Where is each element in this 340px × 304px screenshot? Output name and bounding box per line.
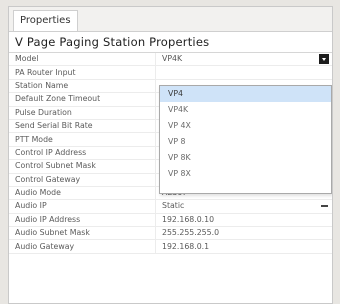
panel-title: V Page Paging Station Properties <box>9 32 332 53</box>
property-value-text: 255.255.255.0 <box>162 228 220 238</box>
property-name: Pulse Duration <box>9 106 156 120</box>
property-row[interactable]: Audio IP Address 192.168.0.10 <box>9 213 332 228</box>
property-name: Audio IP Address <box>9 213 156 228</box>
property-name: Audio Mode <box>9 186 156 201</box>
property-row[interactable]: Audio Subnet Mask 255.255.255.0 <box>9 226 332 241</box>
collapse-icon[interactable] <box>321 205 328 208</box>
property-value-text: 192.168.0.1 <box>162 241 210 251</box>
tab-strip: Properties <box>9 7 332 32</box>
property-name: PA Router Input <box>9 65 156 80</box>
property-row[interactable]: Model VP4K <box>9 53 332 67</box>
dropdown-option[interactable]: VP 8X <box>160 166 331 182</box>
property-name: Control Subnet Mask <box>9 159 156 174</box>
property-row[interactable]: PA Router Input <box>9 65 332 80</box>
property-value[interactable]: 192.168.0.10 <box>155 213 332 228</box>
property-value[interactable]: 255.255.255.0 <box>155 226 332 241</box>
dropdown-arrow-icon[interactable] <box>319 54 329 64</box>
tab-properties[interactable]: Properties <box>13 10 78 31</box>
property-value[interactable]: 192.168.0.1 <box>155 239 332 254</box>
property-value-text: 192.168.0.10 <box>162 214 215 224</box>
property-name: Station Name <box>9 79 156 94</box>
dropdown-option[interactable]: VP 8K <box>160 150 331 166</box>
properties-window: Properties V Page Paging Station Propert… <box>8 6 333 304</box>
property-name: Default Zone Timeout <box>9 92 156 107</box>
property-name: Audio Gateway <box>9 239 156 254</box>
property-name: Audio IP <box>9 199 156 214</box>
dropdown-option[interactable]: VP4 <box>160 86 331 102</box>
property-row[interactable]: Audio Gateway 192.168.0.1 <box>9 239 332 254</box>
dropdown-option[interactable]: VP 8 <box>160 134 331 150</box>
model-dropdown-list[interactable]: VP4 VP4K VP 4X VP 8 VP 8K VP 8X <box>159 85 332 194</box>
property-name: Audio Subnet Mask <box>9 226 156 241</box>
dropdown-option[interactable]: VP4K <box>160 102 331 118</box>
property-value[interactable]: Static <box>155 199 332 214</box>
property-name: Control IP Address <box>9 146 156 161</box>
property-row[interactable]: Audio IP Static <box>9 199 332 214</box>
dropdown-option[interactable]: VP 4X <box>160 118 331 134</box>
property-value[interactable] <box>155 65 332 80</box>
property-value-text: Static <box>162 201 185 211</box>
property-name: Model <box>9 53 156 67</box>
property-name: Control Gateway <box>9 173 156 187</box>
property-name: PTT Mode <box>9 132 156 147</box>
property-value-text: VP4K <box>162 54 183 64</box>
property-name: Send Serial Bit Rate <box>9 119 156 134</box>
property-value[interactable]: VP4K <box>155 53 332 67</box>
